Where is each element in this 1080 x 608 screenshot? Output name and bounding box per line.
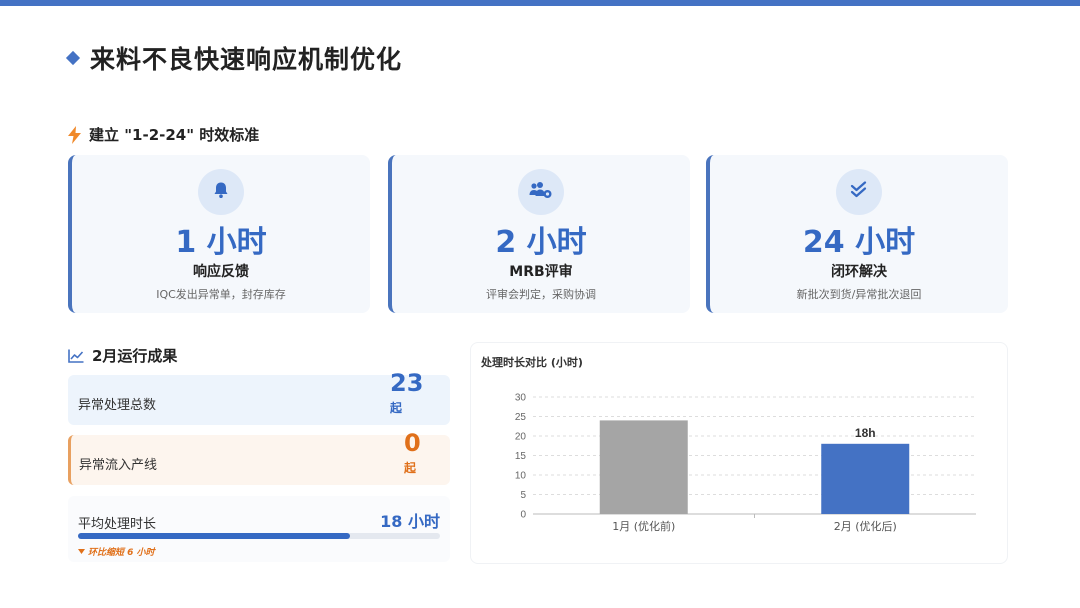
card-desc: IQC发出异常单，封存库存 [156, 288, 286, 301]
progress-fill [78, 533, 350, 539]
bar-chart: 0 5 10 15 20 25 30 1月 (优化前) 18h 2月 (优化后) [515, 393, 976, 533]
card-icon-circle [198, 169, 244, 215]
top-accent-bar [0, 0, 1080, 6]
progress-track [78, 533, 440, 539]
stat-value: 0 [404, 429, 421, 457]
x-tick-label: 2月 (优化后) [834, 519, 897, 533]
caret-down-icon [78, 547, 85, 557]
y-tick-label: 30 [515, 393, 527, 404]
stat-unit: 起 [404, 461, 417, 475]
stat-unit: 起 [390, 401, 403, 415]
bar [821, 443, 910, 514]
diamond-icon [65, 50, 81, 66]
stat-total: 异常处理总数 23 起 [68, 369, 450, 425]
bell-icon [212, 181, 230, 203]
stat-inflow: 异常流入产线 0 起 [68, 429, 450, 485]
x-tick-label: 1月 (优化前) [612, 519, 675, 533]
card-name: 响应反馈 [193, 264, 249, 280]
card-closure: 24 小时 闭环解决 新批次到货/异常批次退回 [706, 155, 1008, 313]
card-response: 1 小时 响应反馈 IQC发出异常单，封存库存 [68, 155, 370, 313]
lightning-icon [68, 125, 81, 144]
stat-note: 环比缩短 6 小时 [78, 545, 155, 558]
stat-note-text: 环比缩短 6 小时 [88, 548, 155, 558]
stat-average: 平均处理时长 18 小时 环比缩短 6 小时 [68, 496, 450, 562]
card-desc: 评审会判定，采购协调 [486, 288, 596, 301]
card-mrb: 2 小时 MRB评审 评审会判定，采购协调 [388, 155, 690, 313]
stat-value: 23 [390, 369, 424, 397]
stat-label: 异常处理总数 [78, 398, 157, 413]
stat-value: 18 小时 [380, 512, 440, 531]
card-icon-circle [518, 169, 564, 215]
y-tick-label: 0 [520, 510, 526, 521]
card-icon-circle [836, 169, 882, 215]
card-desc: 新批次到货/异常批次退回 [796, 288, 922, 301]
card-value: 2 小时 [495, 225, 587, 260]
y-tick-label: 5 [520, 490, 526, 501]
stat-label: 平均处理时长 [78, 517, 157, 532]
data-label: 18h [855, 426, 876, 440]
stat-label: 异常流入产线 [79, 458, 158, 473]
page-header: 来料不良快速响应机制优化 [65, 40, 403, 76]
y-tick-label: 20 [515, 432, 527, 443]
line-chart-icon [68, 349, 84, 363]
page-title: 来料不良快速响应机制优化 [90, 45, 403, 74]
section-standard-heading: 建立 "1-2-24" 时效标准 [68, 124, 259, 145]
section-results-heading: 2月运行成果 [68, 345, 177, 366]
double-check-icon [850, 181, 868, 203]
users-gear-icon [529, 181, 553, 203]
card-name: MRB评审 [509, 264, 573, 280]
section-results-title: 2月运行成果 [92, 347, 178, 365]
card-name: 闭环解决 [831, 264, 887, 280]
card-value: 24 小时 [802, 225, 916, 260]
section-standard-title: 建立 "1-2-24" 时效标准 [89, 126, 260, 144]
y-tick-label: 15 [515, 451, 527, 462]
y-tick-label: 10 [515, 471, 527, 482]
y-tick-label: 25 [515, 412, 527, 423]
chart-panel: 处理时长对比 (小时) 0 5 10 15 20 25 30 1月 (优化前) 18h 2月 (优… [470, 342, 1008, 564]
bar [599, 420, 688, 514]
card-value: 1 小时 [175, 225, 267, 260]
